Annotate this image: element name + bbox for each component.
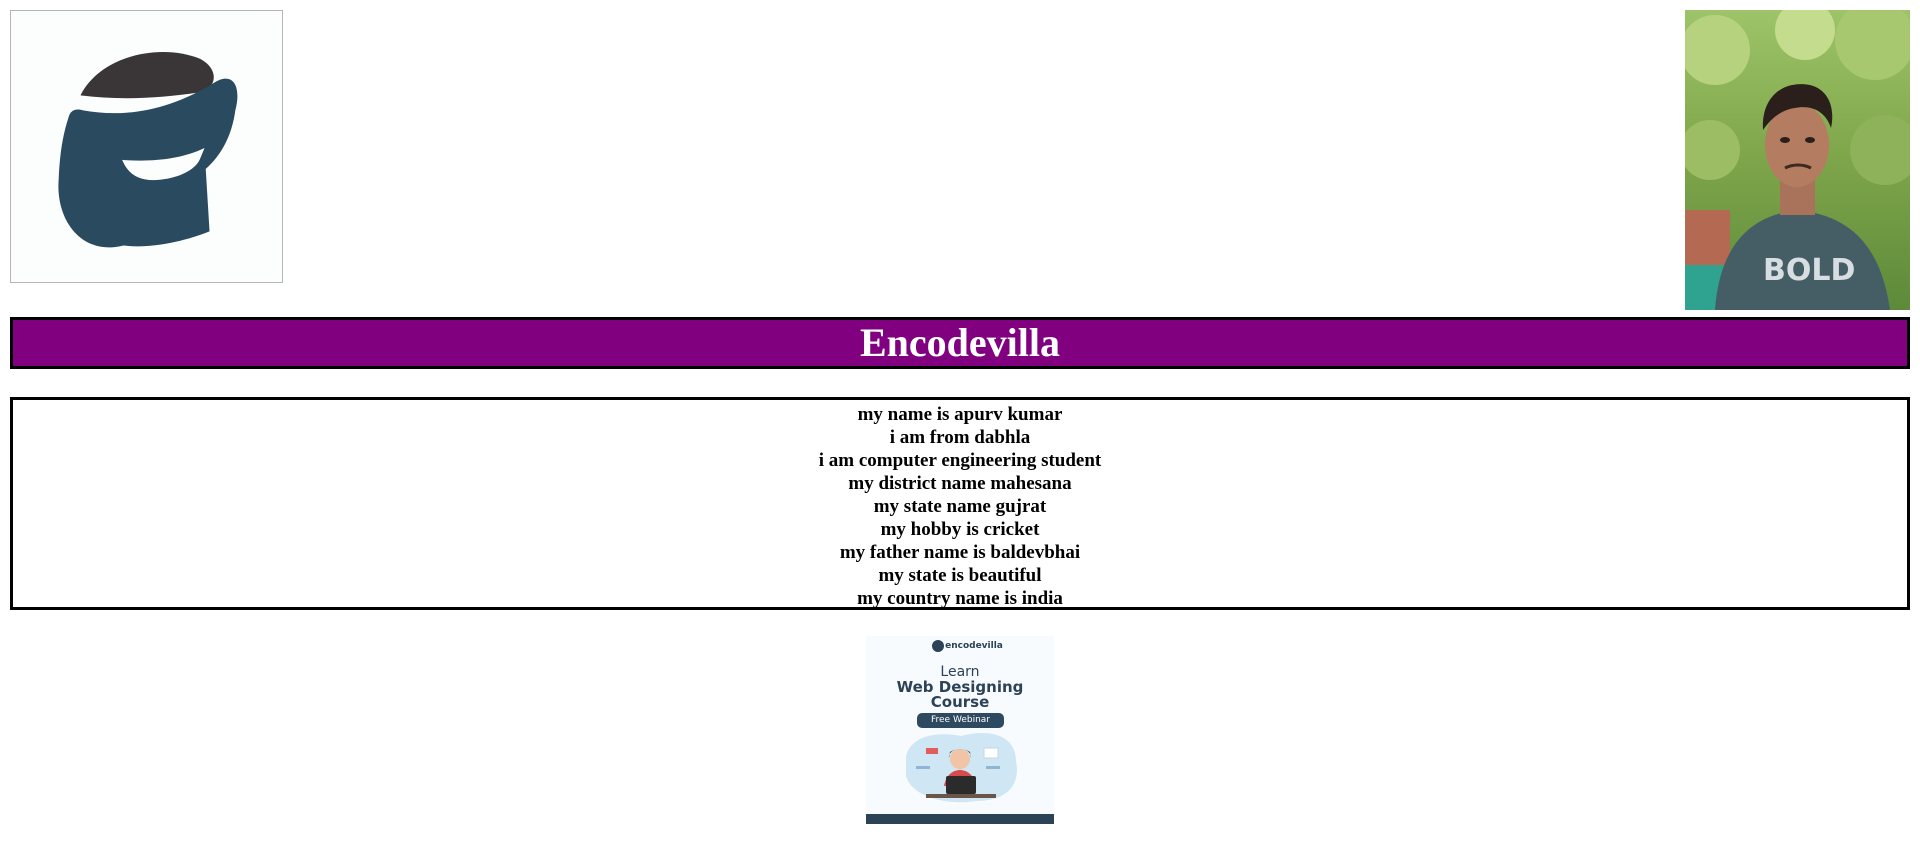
about-me-box: my name is apurv kumar i am from dabhla … — [10, 397, 1910, 610]
poster-brand-text: encodevilla — [945, 641, 1003, 651]
info-line-state: my state name gujrat — [873, 496, 1047, 517]
page: BOLD Encodevilla my name is apurv kumar … — [0, 0, 1920, 868]
encodevilla-logo-image — [10, 10, 283, 283]
info-line-district: my district name mahesana — [848, 473, 1072, 494]
info-line-education: i am computer engineering student — [818, 450, 1102, 471]
encodevilla-e-logo-icon — [11, 11, 282, 282]
info-line-father: my father name is baldevbhai — [839, 542, 1081, 563]
poster-course-title-line2: Course — [930, 693, 990, 711]
webinar-poster-image: encodevilla Learn Web Designing Course F… — [866, 636, 1054, 824]
info-line-name: my name is apurv kumar — [857, 404, 1063, 425]
info-line-hometown: i am from dabhla — [889, 427, 1031, 448]
poster-free-webinar-pill: Free Webinar — [917, 713, 1004, 728]
info-line-state-beautiful: my state is beautiful — [878, 565, 1042, 586]
page-title: Encodevilla — [859, 320, 1061, 365]
profile-photo-image: BOLD — [1685, 10, 1910, 310]
profile-photo: BOLD — [1685, 10, 1910, 310]
page-title-banner: Encodevilla — [10, 317, 1910, 369]
svg-text:BOLD: BOLD — [1763, 253, 1855, 288]
info-line-hobby: my hobby is cricket — [880, 519, 1040, 540]
info-line-country: my country name is india — [857, 588, 1063, 609]
